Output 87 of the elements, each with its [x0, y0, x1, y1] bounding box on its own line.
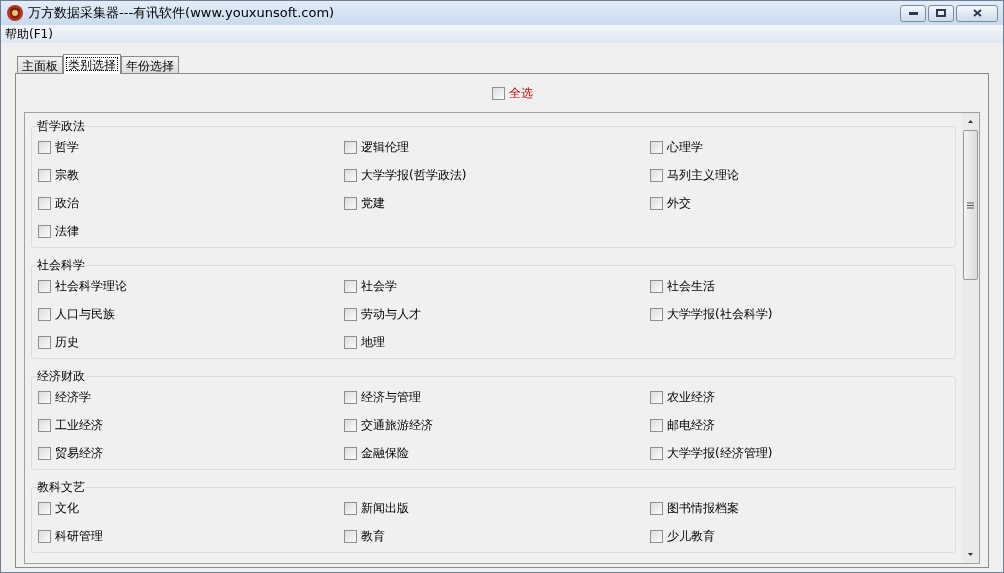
- minimize-button[interactable]: [900, 4, 926, 22]
- category-checkbox[interactable]: 哲学: [38, 133, 344, 161]
- group-title: 经济财政: [37, 369, 85, 383]
- category-checkbox[interactable]: 社会生活: [650, 272, 949, 300]
- scroll-thumb[interactable]: [963, 130, 978, 280]
- checkbox[interactable]: [38, 140, 51, 154]
- checkbox[interactable]: [491, 86, 505, 100]
- maximize-button[interactable]: [928, 4, 954, 22]
- checkbox[interactable]: [344, 140, 357, 154]
- group-title: 社会科学: [37, 258, 85, 272]
- category-checkbox[interactable]: 新闻出版: [344, 494, 650, 522]
- select-all-checkbox[interactable]: 全选: [491, 79, 533, 107]
- checkbox[interactable]: [38, 196, 51, 210]
- checkbox[interactable]: [344, 279, 357, 293]
- category-checkbox[interactable]: 社会学: [344, 272, 650, 300]
- close-icon: [972, 9, 982, 17]
- category-checkbox[interactable]: 马列主义理论: [650, 161, 949, 189]
- checkbox[interactable]: [38, 390, 51, 404]
- category-checkbox[interactable]: 经济学: [38, 383, 344, 411]
- checkbox[interactable]: [344, 446, 357, 460]
- checkbox[interactable]: [650, 446, 663, 460]
- category-checkbox[interactable]: 心理学: [650, 133, 949, 161]
- checkbox[interactable]: [344, 390, 357, 404]
- checkbox[interactable]: [38, 335, 51, 349]
- checkbox[interactable]: [650, 168, 663, 182]
- checkbox[interactable]: [38, 307, 51, 321]
- checkbox[interactable]: [344, 168, 357, 182]
- category-checkbox[interactable]: 地理: [344, 328, 650, 356]
- category-checkbox[interactable]: 人口与民族: [38, 300, 344, 328]
- category-checkbox[interactable]: 金融保险: [344, 439, 650, 467]
- checkbox[interactable]: [344, 418, 357, 432]
- checkbox[interactable]: [650, 140, 663, 154]
- checkbox[interactable]: [344, 501, 357, 515]
- group-title: 哲学政法: [37, 119, 85, 133]
- category-checkbox[interactable]: 贸易经济: [38, 439, 344, 467]
- category-checkbox[interactable]: 宗教: [38, 161, 344, 189]
- checkbox[interactable]: [38, 224, 51, 238]
- group-title: 教科文艺: [37, 480, 85, 494]
- checkbox[interactable]: [38, 529, 51, 543]
- checkbox[interactable]: [38, 168, 51, 182]
- checkbox[interactable]: [650, 196, 663, 210]
- scrollbar[interactable]: [962, 113, 979, 563]
- checkbox[interactable]: [344, 196, 357, 210]
- checkbox[interactable]: [650, 390, 663, 404]
- category-checkbox[interactable]: 逻辑伦理: [344, 133, 650, 161]
- checkbox[interactable]: [344, 307, 357, 321]
- checkbox[interactable]: [38, 501, 51, 515]
- checkbox[interactable]: [38, 279, 51, 293]
- grip-icon: [967, 201, 974, 209]
- tab[interactable]: 类别选择: [63, 54, 121, 74]
- restore-icon: [936, 9, 946, 17]
- category-checkbox[interactable]: 教育: [344, 522, 650, 550]
- category-checkbox[interactable]: 经济与管理: [344, 383, 650, 411]
- checkbox[interactable]: [38, 446, 51, 460]
- category-checkbox[interactable]: 劳动与人才: [344, 300, 650, 328]
- category-checkbox[interactable]: 大学学报(经济管理): [650, 439, 949, 467]
- checkbox[interactable]: [650, 529, 663, 543]
- category-checkbox[interactable]: 大学学报(社会科学): [650, 300, 949, 328]
- category-checkbox[interactable]: 党建: [344, 189, 650, 217]
- checkbox[interactable]: [344, 335, 357, 349]
- category-checkbox[interactable]: 邮电经济: [650, 411, 949, 439]
- category-checkbox[interactable]: 历史: [38, 328, 344, 356]
- tab[interactable]: 主面板: [17, 56, 63, 73]
- category-checkbox[interactable]: 外交: [650, 189, 949, 217]
- checkbox[interactable]: [650, 501, 663, 515]
- category-checkbox[interactable]: 政治: [38, 189, 344, 217]
- category-checkbox[interactable]: 科研管理: [38, 522, 344, 550]
- window-title: 万方数据采集器---有讯软件(www.youxunsoft.com): [28, 4, 335, 23]
- checkbox[interactable]: [344, 529, 357, 543]
- minimize-icon: [908, 11, 918, 15]
- category-checkbox[interactable]: 大学学报(哲学政法): [344, 161, 650, 189]
- category-checkbox[interactable]: 交通旅游经济: [344, 411, 650, 439]
- category-checkbox[interactable]: 工业经济: [38, 411, 344, 439]
- close-button[interactable]: [956, 4, 998, 22]
- category-checkbox[interactable]: 社会科学理论: [38, 272, 344, 300]
- menu-item[interactable]: 帮助(F1): [5, 25, 53, 43]
- checkbox[interactable]: [650, 307, 663, 321]
- category-checkbox[interactable]: 文化: [38, 494, 344, 522]
- checkbox[interactable]: [38, 418, 51, 432]
- checkbox[interactable]: [650, 279, 663, 293]
- checkbox[interactable]: [650, 418, 663, 432]
- category-checkbox[interactable]: 图书情报档案: [650, 494, 949, 522]
- category-checkbox[interactable]: 农业经济: [650, 383, 949, 411]
- category-checkbox[interactable]: 少儿教育: [650, 522, 949, 550]
- tab[interactable]: 年份选择: [121, 56, 179, 73]
- app-icon: [6, 4, 24, 22]
- category-checkbox[interactable]: 法律: [38, 217, 344, 245]
